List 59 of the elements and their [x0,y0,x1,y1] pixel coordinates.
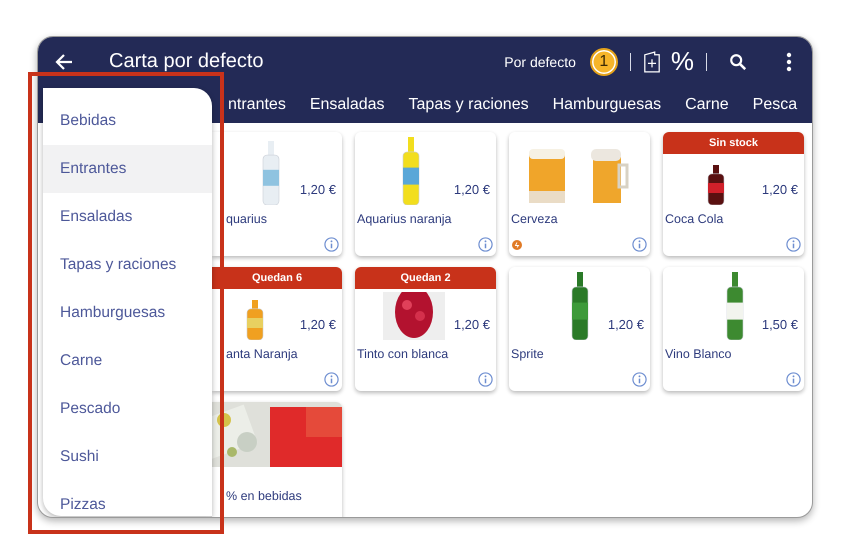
product-card[interactable]: 1,20 € quarius [212,132,342,256]
info-icon[interactable] [478,237,493,252]
product-price: 1,20 € [454,182,490,197]
product-price: 1,50 € [762,317,798,332]
menu-item[interactable]: Sushi [43,433,212,481]
info-icon[interactable] [324,372,339,387]
product-price: 1,20 € [300,182,336,197]
category-tab[interactable]: Carne [685,96,729,114]
product-card[interactable]: Quedan 6 1,20 € anta Naranja [212,267,342,391]
info-icon[interactable] [786,237,801,252]
info-icon[interactable] [324,237,339,252]
product-name: quarius [225,211,268,228]
product-card[interactable]: Sin stock 1,20 € Coca Cola [663,132,804,256]
discount-button[interactable]: % [670,46,694,77]
product-price: 1,20 € [454,317,490,332]
product-card[interactable]: 1,50 € Vino Blanco [663,267,804,391]
screen-title: Carta por defecto [109,50,264,73]
category-tab[interactable]: Hamburguesas [552,96,662,114]
product-name: Sprite [510,346,545,363]
category-tab[interactable]: Tapas y raciones [408,96,529,114]
product-card[interactable]: % en bebidas [212,402,342,517]
back-arrow-icon[interactable] [54,52,74,72]
product-name: Cerveza [510,211,559,228]
category-tab[interactable]: Pesca [752,96,798,114]
category-tab[interactable]: ntrantes [228,96,286,114]
count-badge[interactable]: 1 [590,48,618,76]
product-card[interactable]: Quedan 2 1,20 € Tinto con blanca [355,267,496,391]
category-tab[interactable]: Ensaladas [310,96,385,114]
product-name: Aquarius naranja [356,211,453,228]
product-name: Tinto con blanca [356,346,450,363]
product-name: % en bebidas [225,488,303,505]
menu-item[interactable]: Ensaladas [43,193,212,241]
info-icon[interactable] [632,372,647,387]
stock-banner: Quedan 2 [355,267,496,289]
product-price: 1,20 € [608,317,644,332]
search-icon[interactable] [729,52,747,70]
menu-item[interactable]: Entrantes [43,145,212,193]
menu-item[interactable]: Hamburguesas [43,289,212,337]
menu-item[interactable]: Pescado [43,385,212,433]
product-card[interactable]: 1,20 € Sprite [509,267,650,391]
product-card[interactable]: Cerveza [509,132,650,256]
info-icon[interactable] [632,237,647,252]
info-icon[interactable] [478,372,493,387]
product-price: 1,20 € [300,317,336,332]
product-name: Coca Cola [664,211,724,228]
menu-item[interactable]: Pizzas [43,481,212,516]
info-icon[interactable] [786,372,801,387]
stock-banner: Sin stock [663,132,804,154]
menu-item[interactable]: Carne [43,337,212,385]
product-name: anta Naranja [225,346,299,363]
menu-name[interactable]: Por defecto [504,54,576,70]
more-options-icon[interactable] [786,52,792,72]
stock-banner: Quedan 6 [212,267,342,289]
add-menu-icon[interactable] [642,50,661,72]
product-card[interactable]: 1,20 € Aquarius naranja [355,132,496,256]
menu-item[interactable]: Bebidas [43,97,212,145]
menu-item[interactable]: Tapas y raciones [43,241,212,289]
product-name: Vino Blanco [664,346,732,363]
product-price: 1,20 € [762,182,798,197]
